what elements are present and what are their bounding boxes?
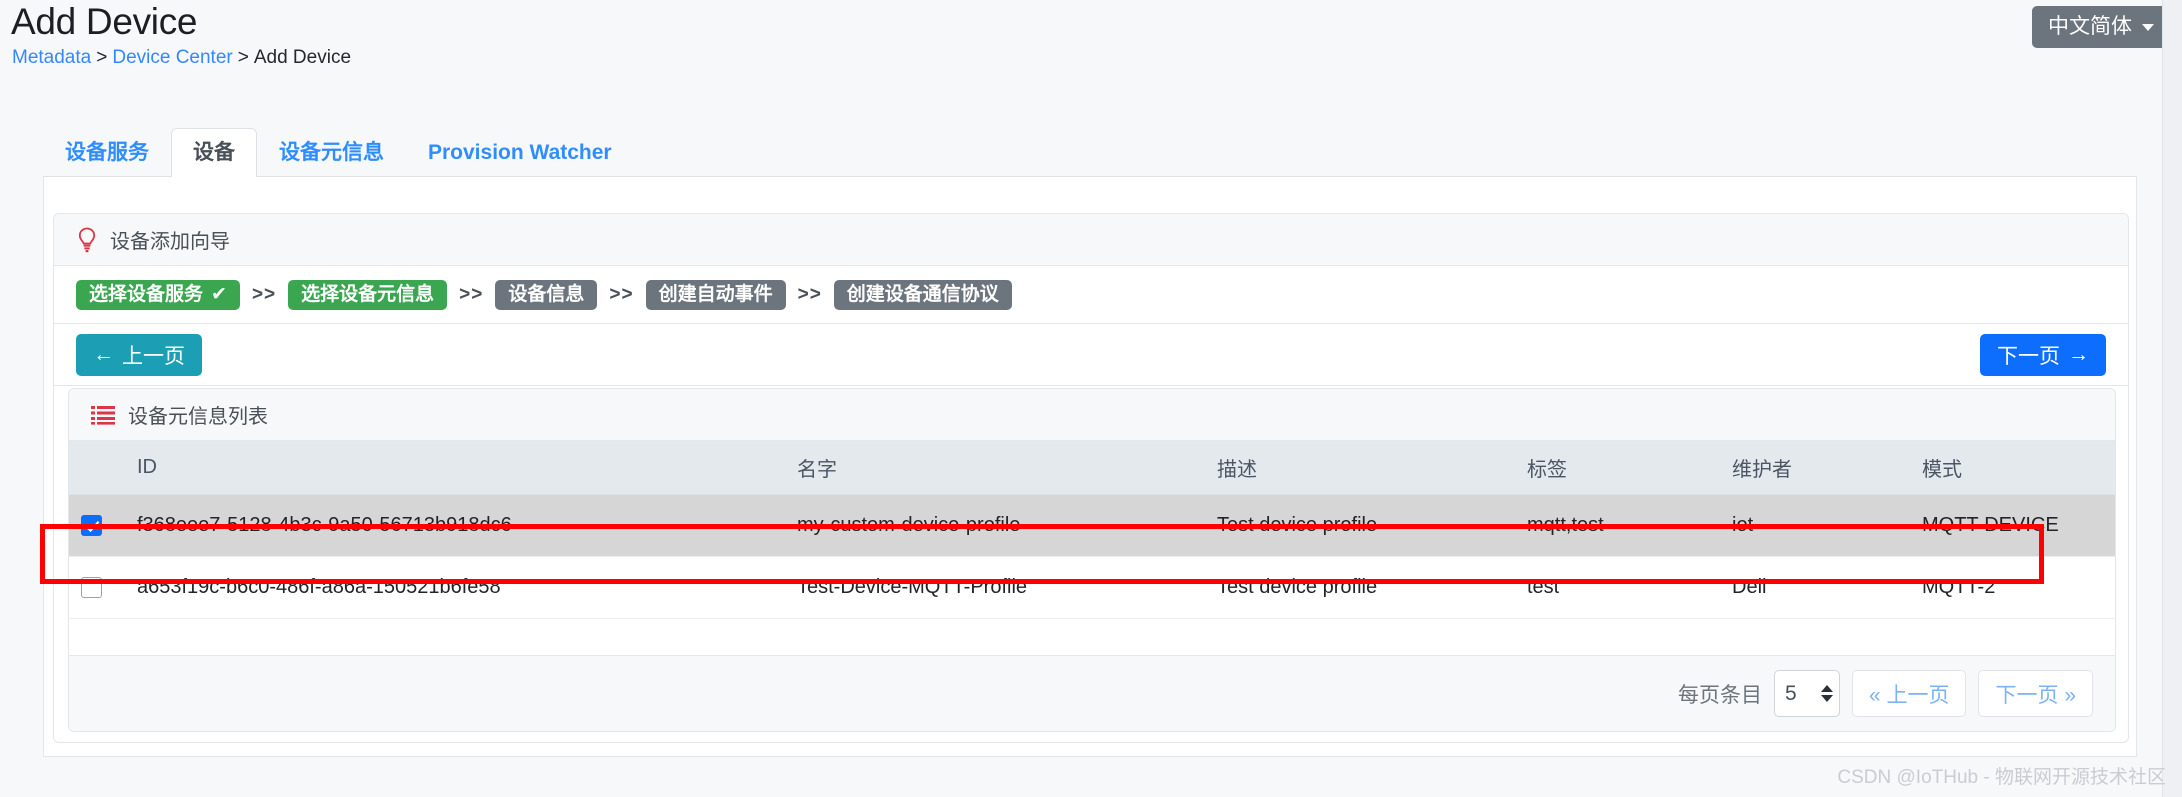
row-id: a653f19c-b6c0-486f-a86a-150521b6fe58 — [125, 556, 785, 619]
row-labels: test — [1515, 556, 1720, 619]
wizard-step-3-label: 设备信息 — [508, 283, 585, 305]
wizard-step-separator-2: >> — [459, 283, 484, 305]
wizard-step-separator-3: >> — [609, 283, 634, 305]
row-id: f368eee7-5128-4b3c-9a50-56713b918dc6 — [125, 494, 785, 557]
stepper-icon — [1820, 685, 1833, 702]
wizard-step-1[interactable]: 选择设备服务 ✔ — [76, 279, 240, 310]
previous-page-label: 上一页 — [122, 344, 185, 368]
pagination-bar: 每页条目 5 « 上一页 下一页 » — [69, 655, 2115, 731]
list-card-header: 设备元信息列表 — [69, 389, 2115, 441]
caret-up-icon — [1820, 685, 1833, 692]
pagination-next-button[interactable]: 下一页 » — [1978, 670, 2093, 717]
lightbulb-icon — [76, 227, 98, 253]
row-checkbox-cell[interactable] — [69, 494, 125, 557]
wizard-title: 设备添加向导 — [110, 231, 230, 253]
list-title: 设备元信息列表 — [128, 406, 268, 428]
chevron-down-icon — [2142, 23, 2154, 31]
breadcrumb-separator-1: > — [96, 47, 108, 68]
row-manufacturer: iot — [1720, 494, 1910, 557]
wizard-step-separator-1: >> — [251, 283, 277, 305]
column-header-manufacturer: 维护者 — [1720, 441, 1910, 495]
table-row[interactable]: a653f19c-b6c0-486f-a86a-150521b6fe58 Tes… — [69, 556, 2115, 619]
row-model: MQTT-DEVICE — [1910, 494, 2115, 557]
table-row[interactable]: f368eee7-5128-4b3c-9a50-56713b918dc6 my-… — [69, 494, 2115, 557]
breadcrumb-item-device-center[interactable]: Device Center — [112, 47, 232, 68]
add-device-wizard-card: 设备添加向导 选择设备服务 ✔ >> 选择设备元信息 >> 设备信息 >> 创建… — [53, 213, 2129, 743]
wizard-step-3[interactable]: 设备信息 — [495, 279, 598, 310]
check-icon: ✔ — [211, 283, 227, 305]
row-description: Test device profile — [1205, 556, 1515, 619]
breadcrumb: Metadata > Device Center > Add Device — [12, 46, 351, 70]
row-name: my-custom-device-profile — [785, 494, 1205, 557]
next-page-button[interactable]: 下一页 → — [1980, 333, 2106, 376]
next-page-label: 下一页 — [1997, 344, 2060, 368]
column-header-id: ID — [125, 441, 785, 495]
list-icon — [91, 405, 115, 425]
wizard-steps: 选择设备服务 ✔ >> 选择设备元信息 >> 设备信息 >> 创建自动事件 >>… — [54, 266, 2128, 324]
tab-device-profile[interactable]: 设备元信息 — [257, 128, 406, 177]
row-select-checkbox[interactable] — [81, 576, 102, 598]
tab-bar: 设备服务 设备 设备元信息 Provision Watcher — [43, 127, 2137, 177]
table-header-row: ID 名字 描述 标签 维护者 模式 — [69, 441, 2115, 495]
wizard-step-5-label: 创建设备通信协议 — [846, 283, 999, 305]
language-selector-button[interactable]: 中文简体 — [2032, 6, 2170, 48]
row-labels: mqtt,test — [1515, 494, 1720, 557]
row-name: Test-Device-MQTT-Profile — [785, 556, 1205, 619]
arrow-right-icon: → — [2068, 342, 2089, 366]
column-header-labels: 标签 — [1515, 441, 1720, 495]
device-profile-list-card: 设备元信息列表 ID 名字 描述 标签 维护者 模式 f368eee7-5128… — [68, 388, 2116, 732]
column-header-description: 描述 — [1205, 441, 1515, 495]
wizard-step-4-label: 创建自动事件 — [658, 283, 773, 305]
page-header: Add Device Metadata > Device Center > Add De… — [0, 0, 2182, 86]
watermark: CSDN @IoTHub - 物联网开源技术社区 — [1837, 767, 2166, 788]
row-description: Test device profile — [1205, 494, 1515, 557]
wizard-step-separator-4: >> — [797, 283, 822, 305]
row-manufacturer: Dell — [1720, 556, 1910, 619]
row-select-checkbox[interactable] — [81, 514, 102, 536]
wizard-step-2[interactable]: 选择设备元信息 — [288, 279, 448, 310]
pagination-previous-button[interactable]: « 上一页 — [1851, 670, 1967, 717]
wizard-step-1-label: 选择设备服务 — [89, 283, 204, 305]
table-body: f368eee7-5128-4b3c-9a50-56713b918dc6 my-… — [69, 494, 2115, 619]
row-model: MQTT-2 — [1910, 556, 2115, 619]
column-header-model: 模式 — [1910, 441, 2115, 495]
tab-device-service[interactable]: 设备服务 — [43, 128, 171, 177]
wizard-step-4[interactable]: 创建自动事件 — [645, 279, 786, 310]
page-title: Add Device — [11, 1, 198, 42]
wizard-step-2-label: 选择设备元信息 — [301, 283, 435, 305]
page-scrollbar[interactable] — [2162, 0, 2182, 797]
language-selector-label: 中文简体 — [2048, 15, 2132, 38]
previous-page-button[interactable]: ← 上一页 — [76, 333, 202, 376]
wizard-nav-row: ← 上一页 下一页 → — [54, 324, 2128, 386]
table-header: ID 名字 描述 标签 维护者 模式 — [69, 441, 2115, 495]
column-header-name: 名字 — [785, 441, 1205, 495]
breadcrumb-item-metadata[interactable]: Metadata — [12, 47, 91, 68]
caret-down-icon — [1820, 695, 1833, 702]
wizard-step-5[interactable]: 创建设备通信协议 — [833, 279, 1012, 310]
breadcrumb-item-current: Add Device — [253, 47, 352, 68]
device-profile-table: ID 名字 描述 标签 维护者 模式 f368eee7-5128-4b3c-9a… — [69, 441, 2115, 619]
per-page-value: 5 — [1784, 681, 1797, 705]
wizard-card-header: 设备添加向导 — [54, 214, 2128, 266]
per-page-label: 每页条目 — [1677, 683, 1762, 707]
tab-device[interactable]: 设备 — [171, 128, 257, 177]
row-checkbox-cell[interactable] — [69, 556, 125, 619]
page-root: Add Device Metadata > Device Center > Add De… — [0, 0, 2182, 797]
column-header-select — [69, 441, 125, 495]
tab-provision-watcher[interactable]: Provision Watcher — [406, 128, 634, 177]
per-page-select[interactable]: 5 — [1773, 670, 1840, 717]
arrow-left-icon: ← — [93, 342, 114, 366]
breadcrumb-separator-2: > — [237, 47, 249, 68]
